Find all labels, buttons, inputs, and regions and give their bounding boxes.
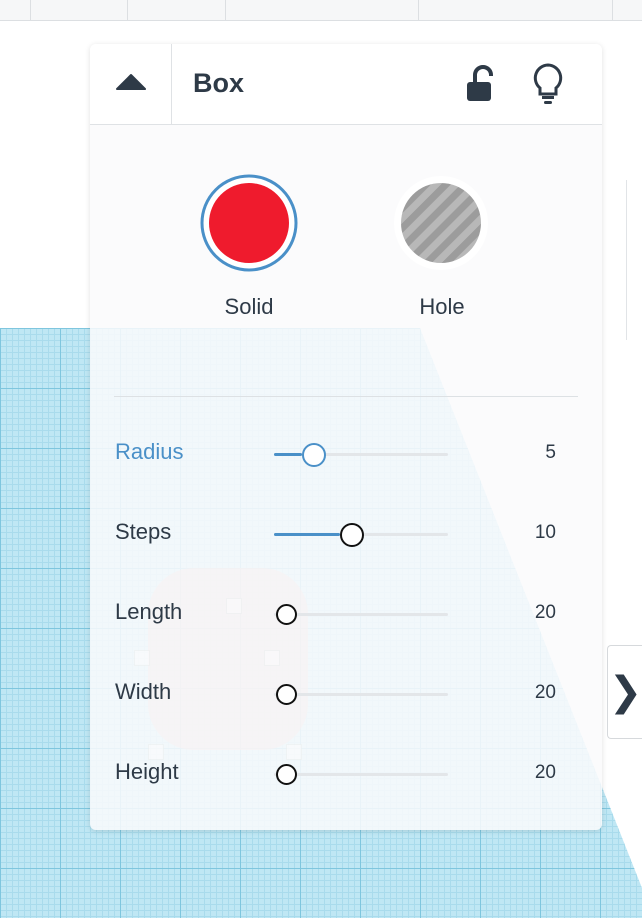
radius-value[interactable]: 5 xyxy=(496,442,556,464)
radius-label: Radius xyxy=(115,439,184,464)
expand-sidebar-button[interactable]: ❯ xyxy=(607,645,642,739)
height-slider-knob[interactable] xyxy=(276,764,297,785)
solid-color-circle xyxy=(200,174,298,272)
divider xyxy=(114,396,578,397)
width-slider[interactable] xyxy=(274,684,448,705)
light-button[interactable] xyxy=(530,62,566,106)
lightbulb-icon xyxy=(533,63,563,104)
hole-label: Hole xyxy=(419,294,465,319)
radius-slider[interactable] xyxy=(274,443,448,467)
panel-header: Box xyxy=(90,44,602,125)
steps-value[interactable]: 10 xyxy=(496,522,556,544)
width-value[interactable]: 20 xyxy=(496,682,556,704)
length-label: Length xyxy=(115,599,183,624)
hole-pattern-circle xyxy=(394,176,488,270)
height-slider[interactable] xyxy=(274,764,448,785)
length-slider[interactable] xyxy=(274,604,448,625)
width-slider-knob[interactable] xyxy=(276,684,297,705)
chevron-right-icon: ❯ xyxy=(608,669,642,715)
solid-label: Solid xyxy=(224,294,274,319)
hole-swatch[interactable] xyxy=(392,174,490,272)
side-toolbar-edge xyxy=(626,180,642,340)
solid-swatch[interactable] xyxy=(200,174,298,272)
panel-title: Box xyxy=(193,68,245,98)
steps-slider-fill xyxy=(274,533,340,536)
length-slider-knob[interactable] xyxy=(276,604,297,625)
unlock-icon xyxy=(467,65,493,101)
steps-slider[interactable] xyxy=(274,523,448,547)
width-label: Width xyxy=(115,679,172,704)
height-label: Height xyxy=(115,759,179,784)
shape-inspector-panel: Box Solid Hole Radius 5 Steps 10 Length … xyxy=(90,44,602,830)
steps-label: Steps xyxy=(115,519,172,544)
radius-slider-fill xyxy=(274,453,302,456)
radius-slider-knob[interactable] xyxy=(302,443,326,467)
top-toolbar xyxy=(0,0,642,21)
collapse-button[interactable] xyxy=(90,44,172,124)
lock-button[interactable] xyxy=(464,64,498,104)
caret-up-icon xyxy=(116,74,146,90)
height-value[interactable]: 20 xyxy=(496,762,556,784)
length-value[interactable]: 20 xyxy=(496,602,556,624)
steps-slider-knob[interactable] xyxy=(340,523,364,547)
